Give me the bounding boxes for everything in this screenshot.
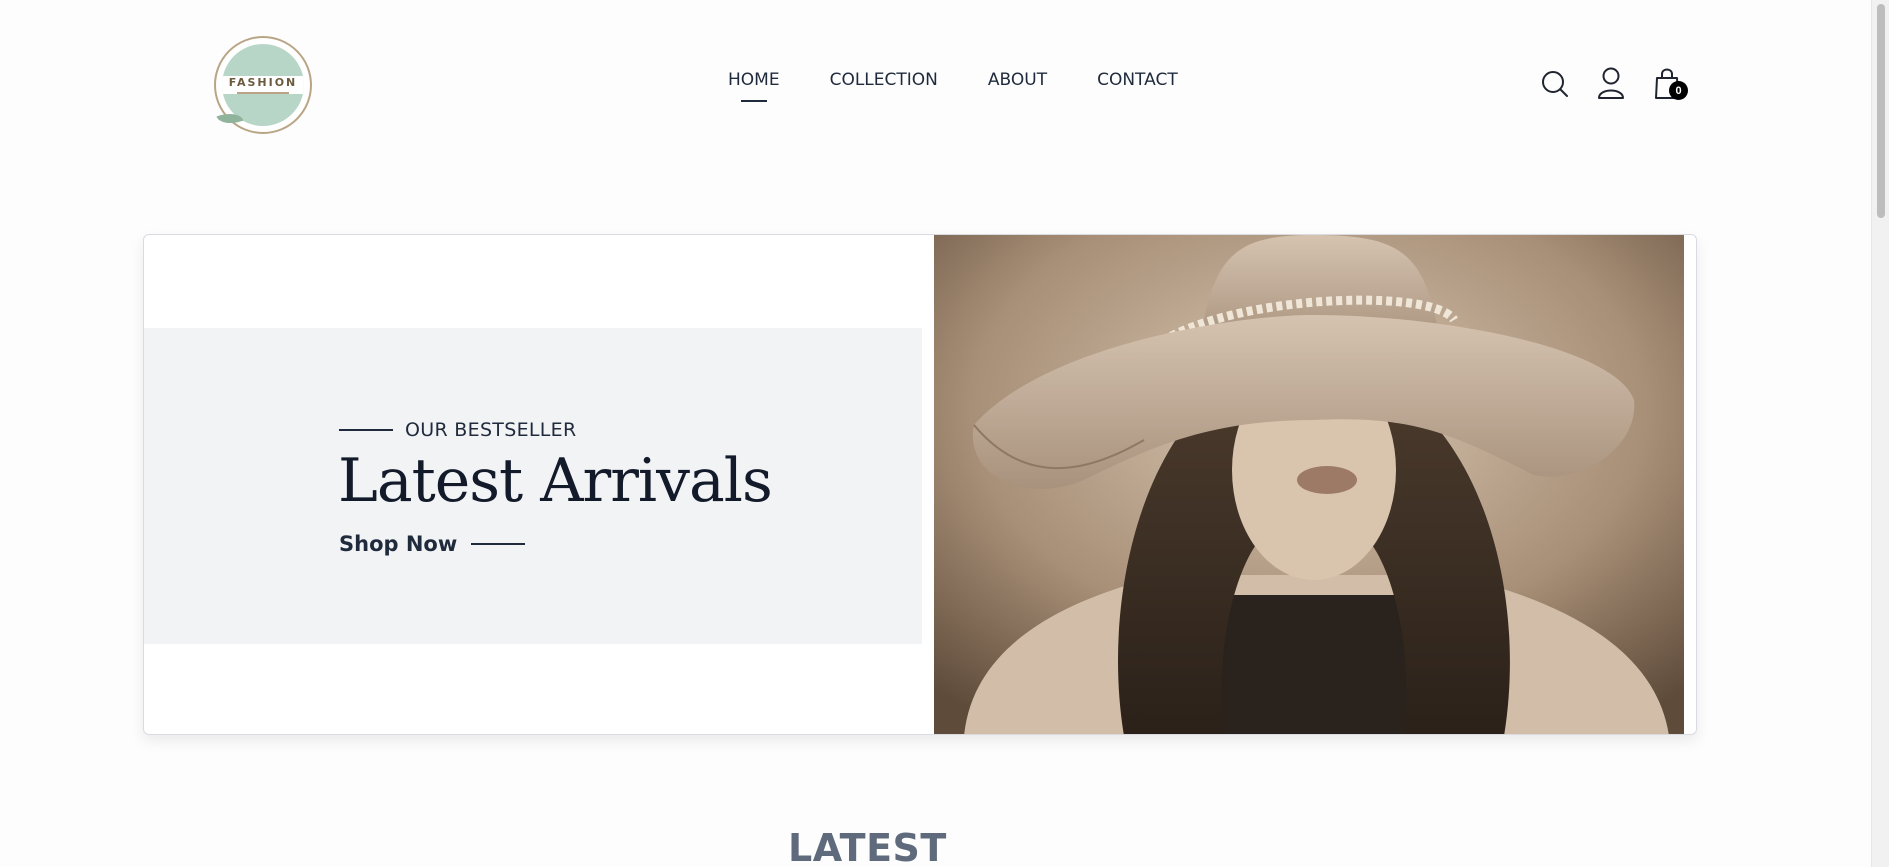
shop-now-label: Shop Now <box>339 532 458 556</box>
header-actions: 0 <box>1540 66 1688 100</box>
shop-now-line <box>471 543 526 545</box>
nav-home[interactable]: HOME <box>728 70 780 90</box>
cart-button[interactable]: 0 <box>1652 66 1688 100</box>
eyebrow-text: OUR BESTSELLER <box>405 419 577 441</box>
nav-collection[interactable]: COLLECTION <box>830 70 938 90</box>
eyebrow-line <box>339 429 393 431</box>
hero-banner: OUR BESTSELLER Latest Arrivals Shop Now <box>143 234 1697 735</box>
cart-count-badge: 0 <box>1669 81 1688 100</box>
user-icon <box>1598 67 1624 99</box>
main-nav: HOME COLLECTION ABOUT CONTACT <box>728 70 1178 90</box>
hero-image <box>934 235 1684 734</box>
nav-contact[interactable]: CONTACT <box>1097 70 1178 90</box>
scrollbar-thumb[interactable] <box>1877 4 1885 218</box>
account-button[interactable] <box>1596 66 1626 100</box>
hero-text-panel: OUR BESTSELLER Latest Arrivals Shop Now <box>144 328 922 644</box>
shop-now-link[interactable]: Shop Now <box>339 532 526 556</box>
logo-underline <box>237 92 289 94</box>
hero-photo-illustration <box>934 235 1684 734</box>
search-icon <box>1542 71 1568 97</box>
latest-section-title: LATEST <box>788 826 947 867</box>
hero-eyebrow: OUR BESTSELLER <box>339 419 576 441</box>
logo-text: FASHION <box>228 76 298 89</box>
hero-title: Latest Arrivals <box>338 446 773 516</box>
search-button[interactable] <box>1540 66 1570 100</box>
nav-about[interactable]: ABOUT <box>988 70 1047 90</box>
page-scrollbar[interactable] <box>1871 0 1889 867</box>
